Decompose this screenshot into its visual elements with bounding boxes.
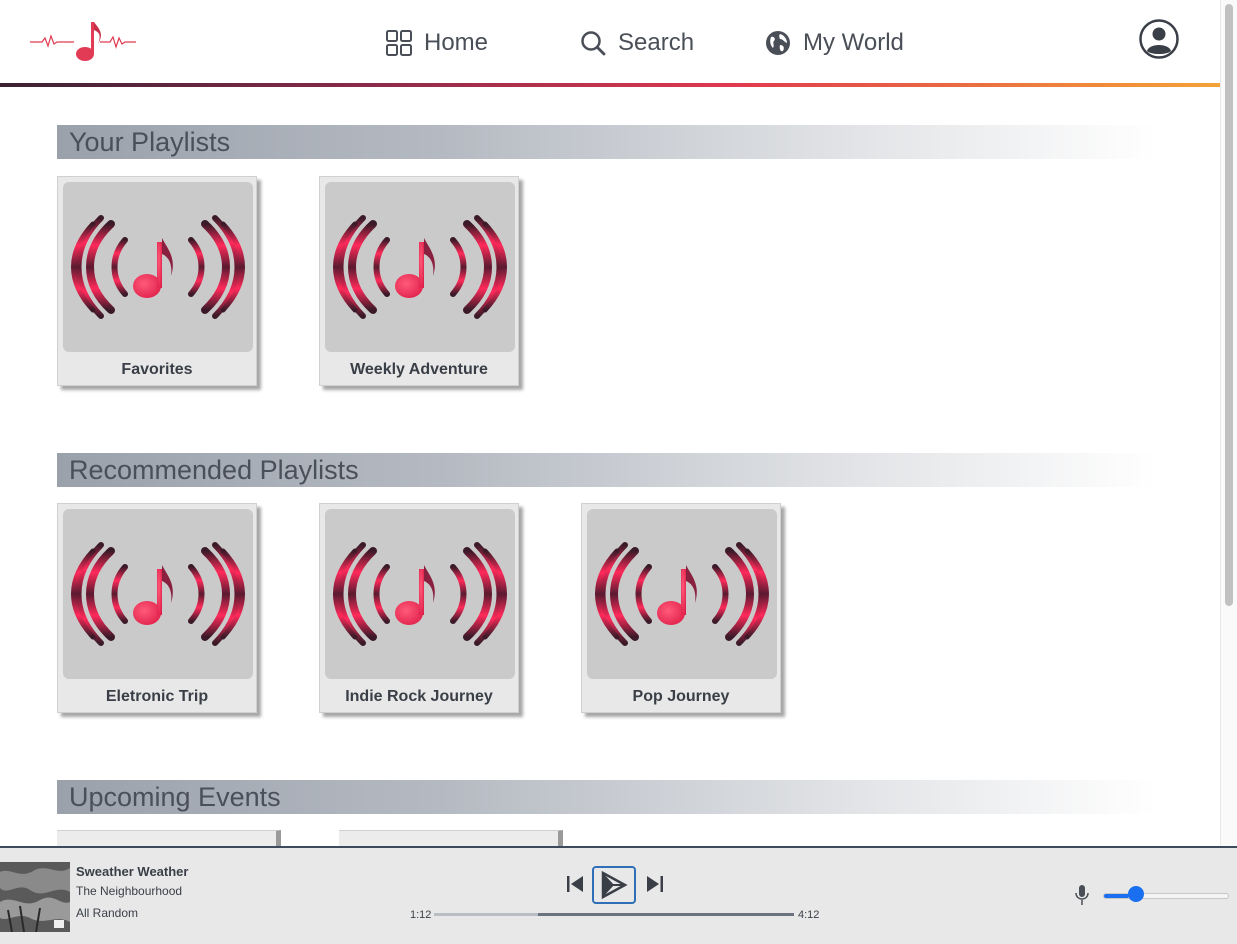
previous-track-icon[interactable] (566, 874, 584, 894)
playlist-card-weekly-adventure[interactable]: Weekly Adventure (319, 176, 519, 386)
volume-slider[interactable] (1103, 893, 1229, 899)
section-title-recommended: Recommended Playlists (57, 453, 1157, 487)
music-note-waves-icon (325, 509, 515, 679)
time-elapsed: 1:12 (410, 909, 432, 921)
playlist-card-indie-rock-journey[interactable]: Indie Rock Journey (319, 503, 519, 713)
volume-slider-handle[interactable] (1128, 886, 1145, 902)
event-card[interactable] (57, 830, 281, 846)
track-progress-bar[interactable] (434, 913, 794, 916)
playlist-card-label: Favorites (121, 361, 193, 378)
playlist-card-label: Indie Rock Journey (345, 688, 493, 705)
time-total: 4:12 (798, 909, 820, 921)
section-title-your-playlists: Your Playlists (57, 125, 1157, 159)
scrollbar-thumb[interactable] (1225, 4, 1233, 606)
playlist-card-label: Pop Journey (632, 688, 730, 705)
playlist-card-eletronic-trip[interactable]: Eletronic Trip (57, 503, 257, 713)
header-gradient-divider (0, 83, 1220, 87)
user-profile-icon[interactable] (1138, 18, 1180, 60)
page-scrollbar[interactable] (1220, 0, 1237, 846)
nav-my-world-label: My World (803, 29, 904, 56)
next-track-icon[interactable] (646, 874, 664, 894)
play-button[interactable] (592, 866, 636, 904)
album-cover (0, 862, 70, 932)
playlist-cover (63, 182, 253, 352)
nav-search-label: Search (618, 29, 695, 56)
track-progress-fill (434, 913, 539, 916)
music-player-bar: Sweather Weather The Neighbourhood All R… (0, 846, 1237, 944)
nav-home[interactable]: Home (386, 26, 488, 60)
playlist-card-pop-journey[interactable]: Pop Journey (581, 503, 781, 713)
section-title-upcoming-events: Upcoming Events (57, 780, 1157, 814)
nav-search[interactable]: Search (580, 26, 694, 60)
microphone-icon[interactable] (1074, 884, 1090, 906)
music-note-waves-icon (587, 509, 777, 679)
top-navbar: Home Search My World (0, 0, 1220, 84)
grid-icon (386, 30, 412, 56)
nav-home-label: Home (424, 29, 489, 56)
playlist-card-favorites[interactable]: Favorites (57, 176, 257, 386)
track-title: Sweather Weather (76, 864, 189, 879)
play-icon (601, 870, 628, 900)
playlist-cover (587, 509, 777, 679)
music-note-waves-icon (63, 509, 253, 679)
playlist-cover (325, 509, 515, 679)
music-note-waves-icon (325, 182, 515, 352)
search-icon (581, 31, 606, 56)
playlist-cover (63, 509, 253, 679)
track-artist: The Neighbourhood (76, 884, 183, 898)
shuffle-mode[interactable]: All Random (76, 906, 138, 920)
music-note-waves-icon (63, 182, 253, 352)
main-content: Your Playlists Favorites Weekly Adventur… (0, 88, 1220, 846)
event-card[interactable] (339, 830, 563, 846)
nav-my-world[interactable]: My World (765, 26, 904, 60)
volume-fill (1104, 894, 1129, 898)
playlist-cover (325, 182, 515, 352)
globe-icon (766, 31, 790, 55)
playlist-card-label: Eletronic Trip (105, 688, 209, 705)
app-logo[interactable] (30, 16, 138, 66)
playlist-card-label: Weekly Adventure (350, 361, 488, 378)
